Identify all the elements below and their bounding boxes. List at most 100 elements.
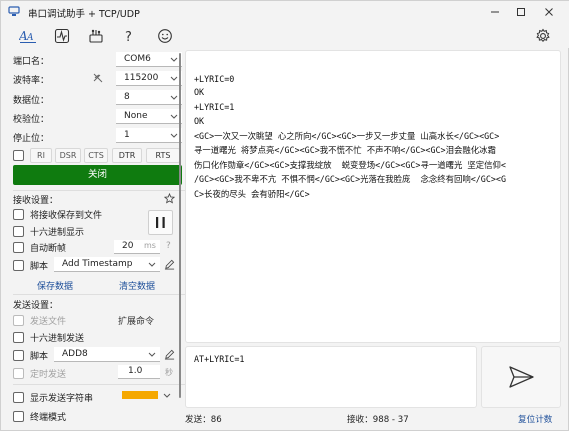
parity-value: None	[124, 111, 148, 121]
toolbar: A A ?	[1, 23, 569, 48]
receive-script-checkbox[interactable]	[13, 260, 24, 271]
receive-line: 伤口化作勋章</GC><GC>支撑我绽放 蜕变登场</GC><GC>寻一道曙光 …	[194, 160, 506, 170]
frame-ms-unit: ms	[144, 241, 156, 250]
chevron-down-icon	[170, 133, 178, 138]
frame-help-icon[interactable]: ?	[166, 241, 171, 251]
help-icon: ?	[125, 30, 132, 44]
auto-frame-checkbox[interactable]	[13, 242, 24, 253]
save-to-file-checkbox[interactable]	[13, 209, 24, 220]
expand-command-button[interactable]: 扩展命令	[118, 314, 154, 327]
save-data-button[interactable]: 保存数据	[37, 279, 73, 292]
baud-select[interactable]: 115200	[116, 71, 182, 86]
app-icon	[8, 6, 20, 16]
chevron-down-icon	[170, 57, 178, 62]
divider	[13, 384, 185, 385]
send-button[interactable]	[481, 346, 561, 408]
send-script-checkbox[interactable]	[13, 350, 24, 361]
feedback-button[interactable]	[154, 26, 176, 46]
edit-icon[interactable]	[164, 259, 175, 270]
edit-icon[interactable]	[164, 349, 175, 360]
waveform-icon	[54, 28, 70, 44]
chevron-down-icon[interactable]	[163, 389, 171, 401]
hex-display-checkbox[interactable]	[13, 226, 24, 237]
chevron-down-icon	[148, 352, 156, 357]
receive-line: C>长夜的尽头 会有骄阳</GC>	[194, 189, 310, 199]
pause-icon	[156, 217, 165, 228]
receive-line: 寻一道曙光 将梦点亮</GC><GC>我不慌不忙 不声不响</GC><GC>泪会…	[194, 145, 496, 155]
stopbits-select[interactable]: 1	[116, 128, 182, 143]
frame-ms-value: 20	[122, 241, 134, 251]
frame-ms-input[interactable]: 20 ms	[114, 240, 160, 254]
config-icon	[89, 29, 103, 43]
terminal-mode-checkbox[interactable]	[13, 411, 24, 422]
send-input[interactable]: AT+LYRIC=1	[185, 346, 477, 408]
font-icon: A A	[19, 29, 36, 43]
show-send-string-checkbox[interactable]	[13, 392, 24, 403]
close-window-button[interactable]	[534, 1, 564, 23]
hex-display-label: 十六进制显示	[30, 228, 85, 238]
send-file-checkbox[interactable]	[13, 315, 24, 326]
rts-button[interactable]: RTS	[146, 148, 180, 163]
chevron-down-icon	[170, 76, 178, 81]
divider	[13, 190, 185, 191]
send-settings-title: 发送设置：	[13, 301, 59, 311]
chevron-down-icon	[170, 114, 178, 119]
dsr-button[interactable]: DSR	[55, 148, 81, 163]
pause-button[interactable]	[148, 210, 173, 235]
databits-select[interactable]: 8	[116, 90, 182, 105]
dtr-button[interactable]: DTR	[112, 148, 142, 163]
maximize-icon	[517, 8, 525, 16]
star-icon[interactable]	[164, 193, 175, 204]
send-script-select[interactable]: ADD8	[54, 347, 160, 362]
timed-interval-input[interactable]: 1.0	[118, 365, 160, 379]
timed-send-label: 定时发送	[30, 370, 67, 380]
chevron-down-icon	[170, 95, 178, 100]
app-window: 串口调试助手 + TCP/UDP A A ? 端口名： COM6 波特率： 11…	[0, 0, 569, 431]
maximize-button[interactable]	[506, 1, 536, 23]
hex-send-label: 十六进制发送	[30, 334, 85, 344]
auto-frame-label: 自动断帧	[30, 244, 67, 254]
receive-script-select[interactable]: Add Timestamp	[54, 257, 160, 272]
show-send-string-label: 显示发送字符串	[30, 394, 94, 404]
receive-settings-title: 接收设置：	[13, 196, 59, 206]
signal-off-icon[interactable]	[92, 72, 104, 84]
receive-line: +LYRIC=0	[194, 74, 235, 84]
terminal-mode-label: 终端模式	[30, 413, 67, 423]
signals-checkbox[interactable]	[13, 150, 24, 161]
hex-send-checkbox[interactable]	[13, 332, 24, 343]
config-button[interactable]	[85, 26, 107, 46]
databits-value: 8	[124, 92, 130, 102]
send-script-label: 脚本	[30, 352, 49, 362]
close-port-button[interactable]: 关闭	[13, 165, 182, 185]
timed-interval-value: 1.0	[128, 366, 143, 376]
color-swatch[interactable]	[122, 391, 158, 399]
receive-script-label: 脚本	[30, 262, 49, 272]
clear-data-button[interactable]: 清空数据	[119, 279, 155, 292]
port-label: 端口名：	[13, 57, 50, 67]
status-bar: 发送：86 接收：988 - 37 复位计数	[185, 412, 561, 426]
ri-button[interactable]: RI	[30, 148, 52, 163]
font-button[interactable]: A A	[17, 26, 39, 46]
receive-line: OK	[194, 87, 205, 97]
stopbits-label: 停止位：	[13, 134, 50, 144]
port-select[interactable]: COM6	[116, 52, 182, 67]
port-value: COM6	[124, 54, 151, 64]
help-button[interactable]: ?	[118, 26, 140, 46]
receive-line: OK	[194, 116, 205, 126]
close-icon	[545, 8, 553, 16]
cts-button[interactable]: CTS	[84, 148, 108, 163]
send-icon	[509, 366, 534, 388]
svg-text:?: ?	[125, 30, 132, 44]
databits-label: 数据位：	[13, 96, 50, 106]
divider	[13, 294, 185, 295]
left-scrollbar[interactable]	[179, 53, 181, 398]
timed-send-checkbox[interactable]	[13, 368, 24, 379]
waveform-button[interactable]	[51, 26, 73, 46]
save-to-file-label: 将接收保存到文件	[30, 211, 103, 221]
reset-count-button[interactable]: 复位计数	[518, 413, 552, 425]
receive-line: <GC>一次又一次眺望 心之所向</GC><GC>一步又一步丈量 山高水长</G…	[194, 131, 500, 141]
parity-select[interactable]: None	[116, 109, 182, 124]
settings-button[interactable]	[532, 26, 554, 46]
receive-textarea[interactable]: +LYRIC=0 OK +LYRIC=1 OK <GC>一次又一次眺望 心之所向…	[185, 50, 561, 343]
receive-line: +LYRIC=1	[194, 102, 235, 112]
